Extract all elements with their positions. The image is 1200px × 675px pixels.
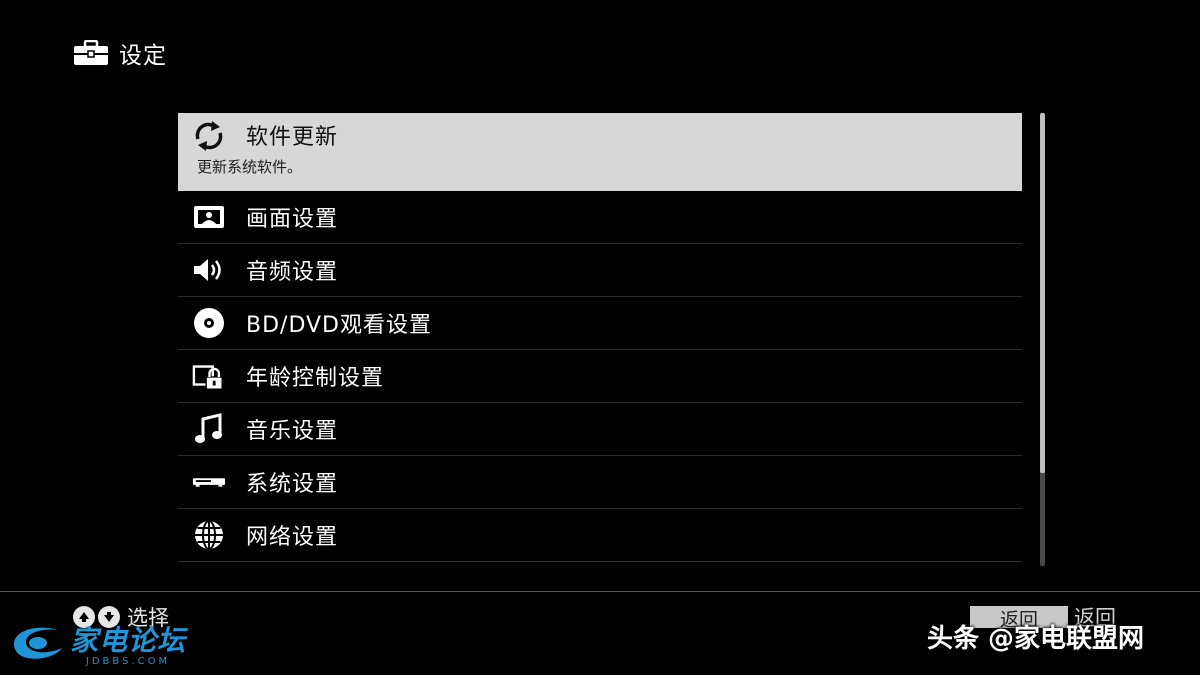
swoosh-logo-icon (8, 622, 66, 670)
refresh-icon (192, 119, 226, 153)
menu-item-music-settings[interactable]: 音乐设置 (178, 403, 1022, 456)
scrollbar-thumb[interactable] (1040, 113, 1045, 473)
toutiao-watermark: 头条 @家电联盟网 (927, 624, 1145, 654)
menu-item-software-update[interactable]: 软件更新 更新系统软件。 (178, 113, 1022, 191)
forum-brand: 家电论坛 JDBBS.COM (70, 623, 187, 667)
menu-item-label: 网络设置 (246, 525, 339, 550)
globe-icon (192, 518, 226, 552)
speaker-icon (192, 253, 226, 287)
menu-item-label: 系统设置 (246, 472, 339, 497)
music-note-icon (192, 412, 226, 446)
menu-item-label: 软件更新 (246, 125, 339, 150)
forum-brand-cn: 家电论坛 (70, 623, 187, 657)
menu-item-system-settings[interactable]: 系统设置 (178, 456, 1022, 509)
forum-brand-en: JDBBS.COM (85, 655, 171, 667)
toolbox-icon (73, 40, 109, 66)
settings-menu: 软件更新 更新系统软件。 画面设置 音频设置 BD/DVD观看设置 年龄控制设置… (178, 113, 1022, 562)
parental-lock-icon (192, 359, 226, 393)
menu-item-label: 音频设置 (246, 260, 339, 285)
disc-icon (192, 306, 226, 340)
menu-item-network-settings[interactable]: 网络设置 (178, 509, 1022, 562)
menu-item-parental-control-settings[interactable]: 年龄控制设置 (178, 350, 1022, 403)
picture-icon (192, 200, 226, 234)
footer-divider (0, 591, 1200, 592)
menu-item-label: 音乐设置 (246, 419, 339, 444)
menu-item-audio-settings[interactable]: 音频设置 (178, 244, 1022, 297)
menu-item-label: 画面设置 (246, 207, 339, 232)
page-header: 设定 (73, 36, 167, 70)
menu-item-label: BD/DVD观看设置 (246, 313, 432, 338)
forum-watermark-logo: 家电论坛 JDBBS.COM (8, 622, 186, 670)
menu-item-description: 更新系统软件。 (197, 158, 303, 176)
page-title: 设定 (119, 43, 167, 69)
menu-scrollbar[interactable] (1040, 113, 1045, 566)
menu-item-bd-dvd-settings[interactable]: BD/DVD观看设置 (178, 297, 1022, 350)
menu-item-picture-settings[interactable]: 画面设置 (178, 191, 1022, 244)
menu-item-label: 年龄控制设置 (246, 366, 385, 391)
player-device-icon (192, 465, 226, 499)
